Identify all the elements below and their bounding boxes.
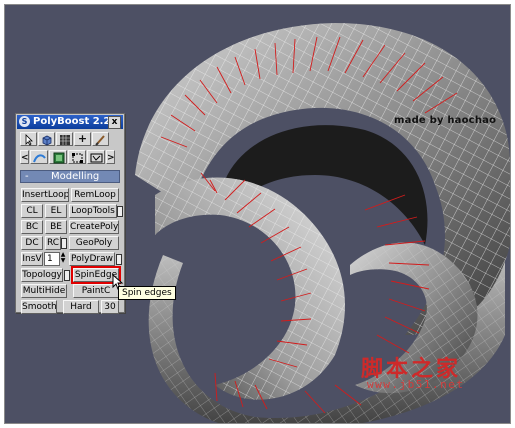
grid-icon	[60, 135, 70, 145]
cl-button[interactable]: CL	[21, 204, 43, 218]
author-credit: made by haochao	[394, 115, 497, 126]
looptools-options-toggle[interactable]	[117, 206, 123, 217]
el-button[interactable]: EL	[45, 204, 67, 218]
polyboost-panel: S PolyBoost 2.2 x + < > - Modelling Inse…	[15, 113, 125, 314]
insv-count-field[interactable]: 1	[44, 252, 60, 266]
uv-icon	[90, 153, 103, 163]
paint-tool-button[interactable]	[30, 150, 48, 164]
smoothing-angle-button[interactable]: 30	[101, 300, 119, 314]
panel-title: PolyBoost 2.2	[33, 116, 111, 127]
close-button[interactable]: x	[108, 116, 121, 129]
createpoly-button[interactable]: CreatePoly	[69, 220, 119, 234]
screenshot-frame: made by haochao 脚本之家 www.jb51.net S Poly…	[4, 4, 511, 424]
collapse-toggle: -	[25, 171, 29, 182]
spinedge-tooltip: Spin edges	[118, 286, 176, 300]
panel-titlebar[interactable]: S PolyBoost 2.2 x	[17, 115, 123, 129]
plus-icon[interactable]: +	[74, 132, 91, 146]
multihide-button[interactable]: MultiHide	[21, 284, 67, 298]
watermark-url: www.jb51.net	[367, 378, 465, 391]
topology-button[interactable]: Topology	[21, 268, 63, 282]
rc-button[interactable]: RC	[45, 236, 61, 250]
dc-button[interactable]: DC	[21, 236, 43, 250]
remloop-button[interactable]: RemLoop	[71, 188, 119, 202]
grid-tool-button[interactable]	[56, 132, 73, 146]
rc-options-toggle[interactable]	[61, 238, 67, 249]
select-tool-button[interactable]	[20, 132, 37, 146]
transform-tool-button[interactable]	[68, 150, 86, 164]
polydraw-options-toggle[interactable]	[116, 254, 122, 265]
uv-tool-button[interactable]	[87, 150, 105, 164]
polyboost-logo-icon: S	[19, 116, 30, 127]
brush-icon	[95, 135, 105, 146]
cube-icon	[42, 135, 52, 146]
bc-button[interactable]: BC	[21, 220, 43, 234]
hard-button[interactable]: Hard	[63, 300, 99, 314]
cube-tool-button[interactable]	[38, 132, 55, 146]
film-icon	[53, 152, 65, 164]
select-arrow-icon	[25, 134, 33, 146]
paint-icon	[33, 154, 46, 163]
be-button[interactable]: BE	[45, 220, 67, 234]
chevron-right-icon[interactable]: >	[106, 150, 115, 164]
chevron-left-icon[interactable]: <	[20, 150, 29, 164]
modelling-section-header[interactable]: - Modelling	[20, 170, 120, 183]
insv-button[interactable]: InsV	[21, 252, 43, 266]
transform-icon	[72, 153, 83, 163]
insertloop-button[interactable]: InsertLoop	[21, 188, 69, 202]
film-tool-button[interactable]	[49, 150, 67, 164]
polydraw-button[interactable]: PolyDraw	[69, 252, 115, 266]
geopoly-button[interactable]: GeoPoly	[69, 236, 119, 250]
topology-options-toggle[interactable]	[64, 270, 70, 281]
looptools-button[interactable]: LoopTools	[69, 204, 117, 218]
insv-spinner-arrows[interactable]: ▲ ▼	[60, 252, 66, 266]
smooth-button[interactable]: Smooth	[21, 300, 57, 314]
section-title: Modelling	[51, 171, 100, 182]
brush-tool-button[interactable]	[92, 132, 109, 146]
